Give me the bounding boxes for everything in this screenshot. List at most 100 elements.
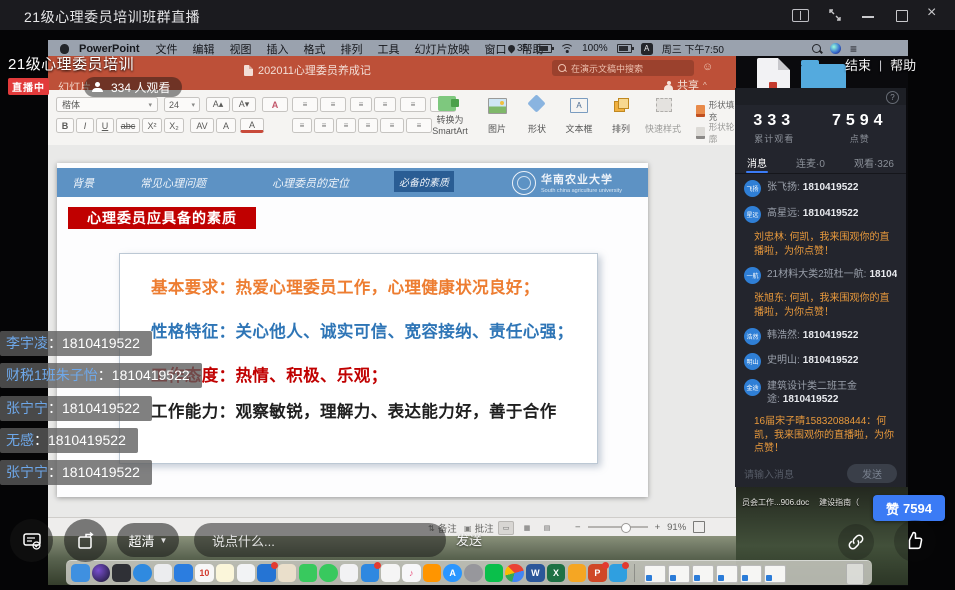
numbering-button[interactable]: ≡ — [320, 97, 346, 112]
apple-logo-icon[interactable] — [60, 44, 69, 54]
menu-item-window[interactable]: 窗口 — [485, 41, 507, 57]
feedback-smiley-icon[interactable]: ☺ — [702, 61, 713, 73]
dock-icon-docs[interactable] — [257, 564, 276, 583]
avatar[interactable]: 一航 — [744, 267, 761, 284]
avatar[interactable]: 星远 — [744, 206, 761, 223]
menu-item-arrange[interactable]: 排列 — [341, 41, 363, 57]
menu-item-edit[interactable]: 编辑 — [193, 41, 215, 57]
avatar[interactable]: 明山 — [744, 353, 761, 370]
share-screen-button[interactable] — [64, 519, 107, 562]
dock-icon-preview[interactable] — [154, 564, 173, 583]
dock-icon-books[interactable] — [423, 564, 442, 583]
subscript-button[interactable]: X₂ — [164, 118, 184, 133]
message-settings-button[interactable] — [10, 519, 53, 562]
trash-icon[interactable] — [846, 563, 864, 585]
font-name-select[interactable]: 楷体▾ — [56, 97, 158, 112]
tab-viewers[interactable]: 观看·326 — [854, 152, 894, 173]
avatar[interactable]: 浩然 — [744, 328, 761, 345]
decrease-indent-button[interactable]: ≡ — [350, 97, 372, 112]
dock-icon-calendar[interactable]: 10 — [195, 564, 214, 583]
battery-small-icon[interactable] — [537, 44, 552, 53]
slide-nav-background[interactable]: 背景 — [72, 175, 94, 191]
increase-indent-button[interactable]: ≡ — [374, 97, 396, 112]
dock-icon-powerpoint[interactable]: P — [588, 564, 607, 583]
align-left-button[interactable]: ≡ — [292, 118, 312, 133]
chat-send-button[interactable]: 发送 — [847, 464, 897, 483]
minimize-button[interactable] — [862, 16, 874, 18]
menu-item-file[interactable]: 文件 — [156, 41, 178, 57]
convert-smartart-button[interactable]: 转换为SmartArt — [424, 115, 476, 137]
menu-item-slideshow[interactable]: 幻灯片放映 — [415, 41, 470, 57]
send-button[interactable]: 发送 — [456, 530, 482, 549]
arrange-button[interactable]: 排列 — [602, 122, 640, 135]
dock-icon-numbers[interactable] — [381, 564, 400, 583]
spotlight-search-icon[interactable] — [812, 44, 821, 53]
like-button[interactable] — [894, 520, 936, 562]
dock-icon-reminders[interactable] — [237, 564, 256, 583]
dock-icon-system-preferences[interactable] — [464, 564, 483, 583]
grow-font-button[interactable]: A▴ — [206, 97, 230, 112]
battery-icon[interactable] — [617, 44, 632, 53]
quick-styles-button[interactable]: 快速样式 — [640, 122, 686, 135]
strikethrough-button[interactable]: abc — [116, 118, 140, 133]
superscript-button[interactable]: X² — [142, 118, 162, 133]
dock-icon-music[interactable]: ♪ — [402, 564, 421, 583]
slide-nav-qualities-active[interactable]: 必备的素质 — [394, 171, 454, 192]
align-right-button[interactable]: ≡ — [336, 118, 356, 133]
normal-view-button[interactable]: ▭ — [498, 521, 514, 535]
input-method-badge[interactable]: A — [641, 43, 653, 55]
tab-mic-connect[interactable]: 连麦·0 — [796, 152, 825, 173]
panel-help-icon[interactable]: ? — [886, 91, 899, 104]
menu-item-insert[interactable]: 插入 — [267, 41, 289, 57]
underline-button[interactable]: U — [96, 118, 114, 133]
dock-icon-qq-chat[interactable] — [361, 564, 380, 583]
menu-item-format[interactable]: 格式 — [304, 41, 326, 57]
ppt-search-box[interactable]: 在演示文稿中搜索 — [552, 60, 694, 76]
window-titlebar[interactable]: 21级心理委员培训班群直播 × — [0, 0, 955, 30]
location-indicator[interactable]: 35 — [508, 43, 528, 54]
close-button[interactable]: × — [927, 4, 936, 22]
dock-icon-safari[interactable] — [133, 564, 152, 583]
avatar[interactable]: 飞扬 — [744, 180, 761, 197]
share-link-button[interactable] — [838, 524, 874, 560]
justify-button[interactable]: ≡ — [358, 118, 378, 133]
quality-selector[interactable]: 超清▼ — [117, 523, 179, 557]
dock-minimized-doc[interactable] — [644, 565, 666, 583]
zoom-slider[interactable] — [588, 526, 648, 528]
notification-center-icon[interactable]: ≡ — [850, 42, 857, 56]
dock-minimized-doc[interactable] — [764, 565, 786, 583]
fullscreen-arrows-icon[interactable] — [828, 8, 842, 22]
dock-icon-keynote[interactable] — [174, 564, 193, 583]
help-button[interactable]: 帮助 — [890, 55, 916, 74]
shape-fill-button[interactable]: 形状填充 — [696, 99, 736, 123]
picture-button[interactable]: 图片 — [478, 122, 516, 135]
dock-minimized-doc[interactable] — [716, 565, 738, 583]
dock-icon-telegram[interactable] — [609, 564, 628, 583]
slide[interactable]: 背景 常见心理问题 心理委员的定位 必备的素质 华南农业大学 South chi… — [57, 163, 648, 497]
dock-icon-excel[interactable]: X — [547, 564, 566, 583]
dock-icon-journal[interactable] — [568, 564, 587, 583]
chat-input[interactable]: 请输入消息 — [744, 466, 794, 481]
character-spacing-button[interactable]: AV — [190, 118, 214, 133]
collapse-ribbon-icon[interactable]: ^ — [703, 81, 707, 90]
font-color-button[interactable]: A — [240, 118, 264, 133]
dock-icon-sketch[interactable] — [278, 564, 297, 583]
dock-icon-messages[interactable] — [299, 564, 318, 583]
slide-nav-positioning[interactable]: 心理委员的定位 — [272, 175, 349, 191]
say-something-input[interactable]: 说点什么... — [194, 523, 446, 557]
textbox-button[interactable]: 文本框 — [558, 122, 600, 135]
menu-clock[interactable]: 周三 下午7:50 — [662, 41, 724, 56]
dock-minimized-doc[interactable] — [668, 565, 690, 583]
slide-nav-common-problems[interactable]: 常见心理问题 — [140, 175, 206, 191]
tab-messages[interactable]: 消息 — [747, 152, 767, 173]
panel-toggle-icon[interactable] — [792, 9, 809, 22]
dock-icon-siri[interactable] — [92, 564, 111, 583]
desktop-file-label[interactable]: 建设指南（ — [819, 497, 859, 508]
slide-sorter-view-button[interactable]: ▦ — [520, 522, 534, 534]
shapes-button[interactable]: 形状 — [518, 122, 556, 135]
reading-view-button[interactable]: ▤ — [540, 522, 554, 534]
dock-icon-appstore[interactable]: A — [443, 564, 462, 583]
dock-icon-pages[interactable] — [340, 564, 359, 583]
bold-button[interactable]: B — [56, 118, 74, 133]
zoom-in-button[interactable]: + — [655, 522, 661, 533]
